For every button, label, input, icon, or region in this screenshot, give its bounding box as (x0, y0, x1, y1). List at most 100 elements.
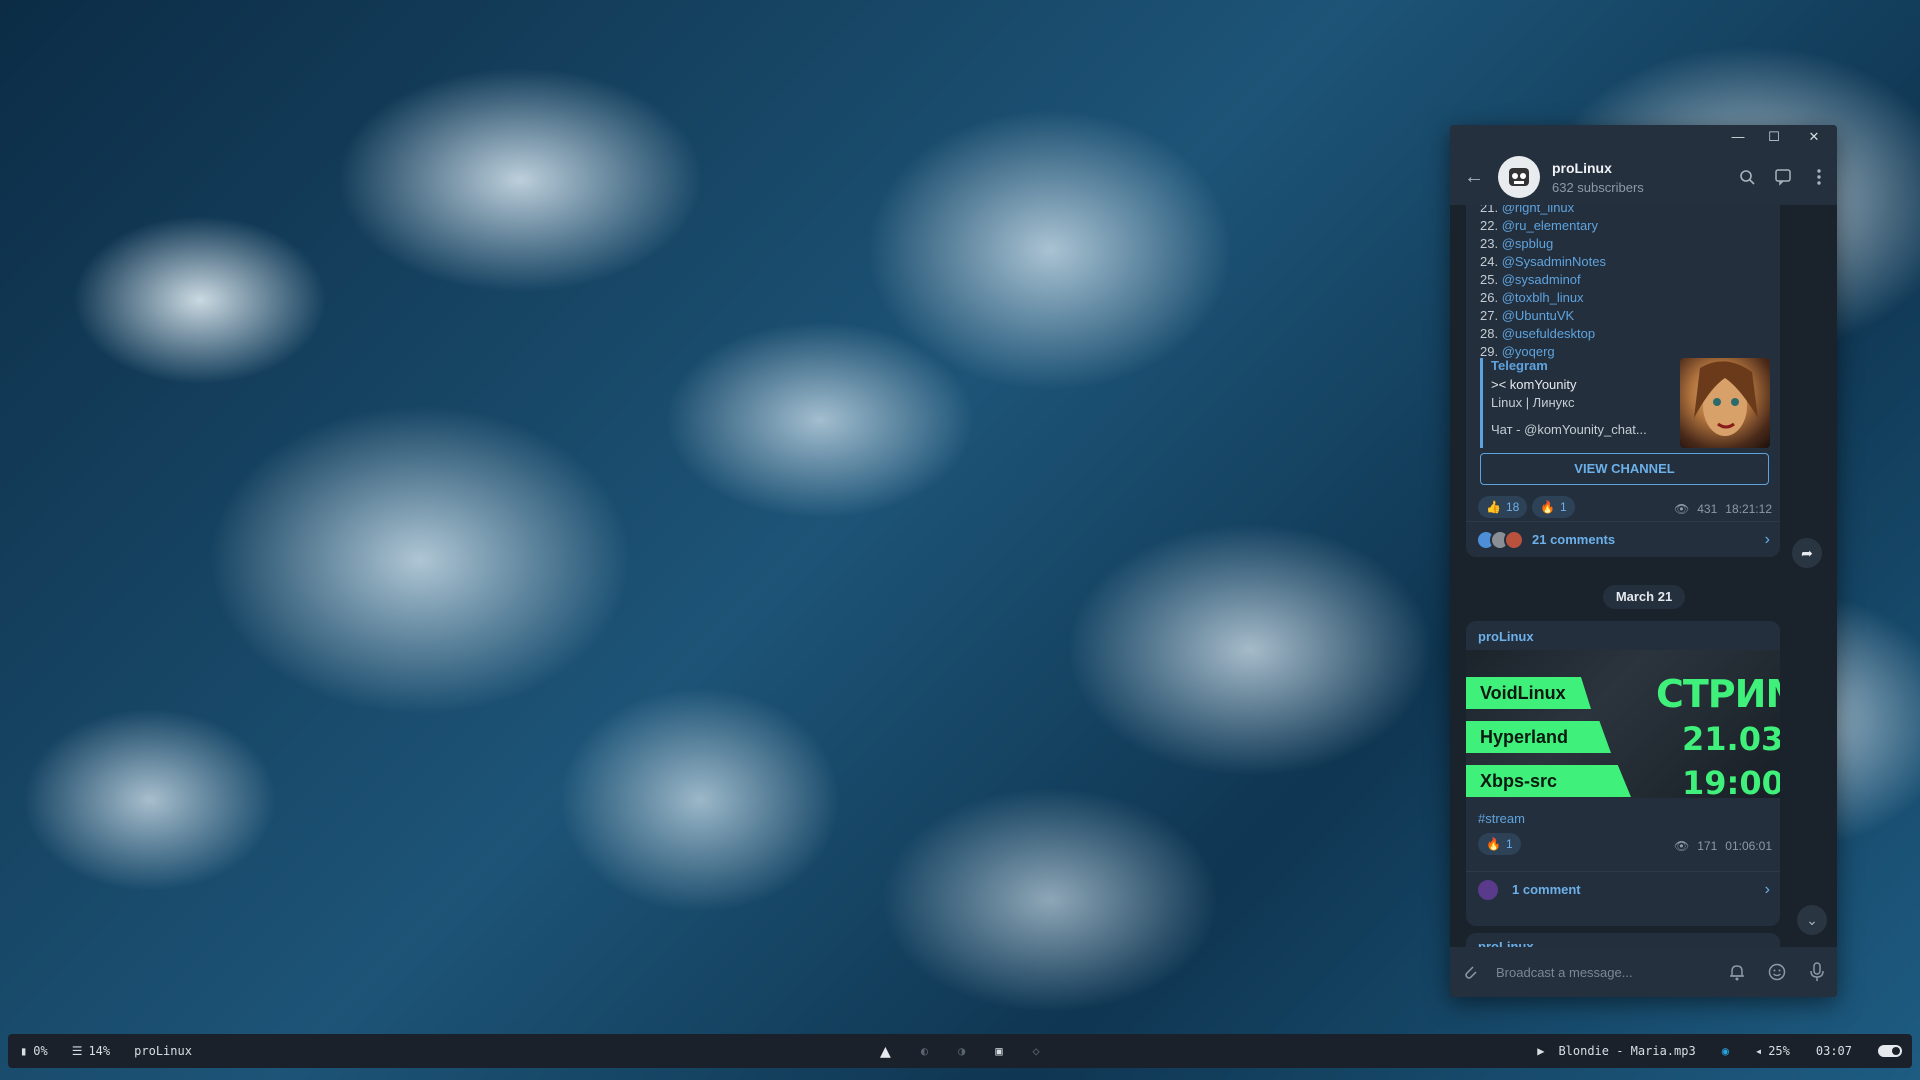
workspace-icon[interactable]: ◑ (958, 1044, 965, 1058)
comments-link[interactable]: 1 comment (1512, 882, 1765, 897)
avatar (1476, 877, 1500, 902)
system-tray: ▶ Blondie - Maria.mp3 ◉ ◂ 25% 03:07 (1537, 1044, 1902, 1058)
close-button[interactable]: ✕ (1796, 127, 1832, 147)
robot-logo-icon (1509, 168, 1529, 186)
chevron-right-icon: › (1764, 880, 1770, 898)
poster-date: 21.03 (1682, 720, 1780, 758)
attach-icon[interactable] (1450, 963, 1490, 981)
view-channel-button[interactable]: VIEW CHANNEL (1480, 453, 1769, 485)
poster-tag: VoidLinux (1466, 677, 1591, 709)
channel-link[interactable]: @right_linux (1502, 205, 1574, 215)
comments-link[interactable]: 21 comments (1532, 532, 1765, 547)
poster-headline: СТРИМ (1656, 672, 1780, 716)
telegram-window: — ☐ ✕ ← proLinux 632 subscribers 21. @ri… (1450, 125, 1837, 997)
stream-poster-image[interactable]: VoidLinux Hyperland Xbps-src СТРИМ 21.03… (1466, 650, 1780, 798)
post-author[interactable]: proLinux (1478, 629, 1534, 644)
message-time: 01:06:01 (1725, 839, 1772, 853)
link-preview[interactable]: Telegram >< komYounity Linux | Линукс Ча… (1480, 358, 1770, 448)
reaction-thumbs-up[interactable]: 👍 18 (1478, 496, 1528, 518)
message-meta: 👁 171 01:06:01 (1674, 839, 1772, 853)
title-bar: — ☐ ✕ (1450, 125, 1837, 149)
microphone-icon[interactable] (1797, 962, 1837, 982)
cpu-indicator[interactable]: ▮ 0% (8, 1044, 60, 1058)
message-bubble: proLinux (1466, 933, 1780, 947)
avatar (1504, 529, 1524, 550)
chat-header: ← proLinux 632 subscribers (1450, 149, 1837, 205)
memory-indicator[interactable]: ☰ 14% (60, 1044, 122, 1058)
list-item: 23. @spblug (1480, 236, 1554, 251)
power-toggle[interactable] (1878, 1045, 1902, 1057)
channel-list: 21. @right_linux 22. @ru_elementary 23. … (1466, 205, 1780, 361)
workspace-icon[interactable]: ◐ (921, 1044, 928, 1058)
channel-link[interactable]: @SysadminNotes (1502, 254, 1606, 269)
date-separator: March 21 (1603, 585, 1685, 609)
list-item: 27. @UbuntuVK (1480, 308, 1575, 323)
arch-logo-icon[interactable]: ▲ (880, 1041, 891, 1062)
message-input[interactable]: Broadcast a message... (1490, 965, 1717, 980)
list-item: 21. @right_linux (1466, 205, 1780, 217)
chevron-right-icon: › (1764, 530, 1770, 548)
share-icon[interactable]: ➦ (1792, 538, 1822, 568)
back-arrow-icon[interactable]: ← (1450, 166, 1498, 189)
view-count: 431 (1697, 502, 1718, 516)
channel-link[interactable]: @usefuldesktop (1502, 326, 1595, 341)
channel-link[interactable]: @yoqerg (1502, 344, 1555, 359)
workspace-icon[interactable]: ◇ (1033, 1044, 1040, 1058)
search-icon[interactable] (1729, 159, 1765, 195)
workspace-switcher: ▲ ◐ ◑ ▣ ◇ (880, 1041, 1040, 1062)
scroll-down-button[interactable]: ⌄ (1797, 905, 1827, 935)
reaction-fire[interactable]: 🔥 1 (1478, 833, 1521, 855)
comments-row[interactable]: 21 comments › (1466, 521, 1780, 557)
eye-icon: 👁 (1674, 502, 1690, 516)
volume-icon: ◂ (1754, 1044, 1763, 1058)
reaction-fire[interactable]: 🔥 1 (1532, 496, 1575, 518)
workspace-icon[interactable]: ▣ (995, 1044, 1002, 1058)
message-bubble: 21. @right_linux 22. @ru_elementary 23. … (1466, 205, 1780, 557)
emoji-icon[interactable] (1757, 963, 1797, 981)
poster-tag: Xbps-src (1466, 765, 1631, 797)
memory-icon: ☰ (71, 1044, 83, 1058)
list-item: 28. @usefuldesktop (1480, 326, 1596, 341)
more-menu-icon[interactable] (1801, 159, 1837, 195)
list-item: 25. @sysadminof (1480, 272, 1581, 287)
active-window-title: proLinux (134, 1044, 192, 1058)
channel-link[interactable]: @UbuntuVK (1502, 308, 1574, 323)
taskbar: ▮ 0% ☰ 14% proLinux ▲ ◐ ◑ ▣ ◇ ▶ Blondie … (8, 1034, 1912, 1068)
list-item: 24. @SysadminNotes (1480, 254, 1606, 269)
channel-link[interactable]: @toxblh_linux (1502, 290, 1584, 305)
play-icon[interactable]: ▶ (1537, 1044, 1544, 1058)
message-list[interactable]: 21. @right_linux 22. @ru_elementary 23. … (1450, 205, 1837, 947)
memory-usage: 14% (88, 1044, 111, 1058)
list-item: 26. @toxblh_linux (1480, 290, 1584, 305)
message-composer: Broadcast a message... (1450, 947, 1837, 997)
clock: 03:07 (1815, 1044, 1852, 1058)
track-title: Blondie - Maria.mp3 (1558, 1044, 1696, 1058)
subscriber-count: 632 subscribers (1552, 179, 1644, 195)
maximize-button[interactable]: ☐ (1756, 127, 1792, 147)
list-item: 22. @ru_elementary (1480, 218, 1598, 233)
channel-avatar[interactable] (1498, 156, 1540, 198)
message-time: 18:21:12 (1725, 502, 1772, 516)
hashtag-link[interactable]: #stream (1478, 811, 1525, 826)
volume-indicator[interactable]: ◂ 25% (1755, 1044, 1790, 1058)
comments-row[interactable]: 1 comment › (1466, 871, 1780, 907)
channel-link[interactable]: @spblug (1502, 236, 1554, 251)
cpu-usage: 0% (33, 1044, 48, 1058)
telegram-tray-icon[interactable]: ◉ (1722, 1044, 1729, 1058)
channel-link[interactable]: @sysadminof (1502, 272, 1581, 287)
message-meta: 👁 431 18:21:12 (1674, 502, 1772, 516)
poster-tag: Hyperland (1466, 721, 1611, 753)
minimize-button[interactable]: — (1720, 127, 1756, 147)
view-count: 171 (1697, 839, 1718, 853)
music-player[interactable]: ▶ Blondie - Maria.mp3 (1537, 1044, 1696, 1058)
bell-icon[interactable] (1717, 963, 1757, 981)
channel-title[interactable]: proLinux (1552, 160, 1729, 176)
channel-link[interactable]: @ru_elementary (1502, 218, 1598, 233)
poster-time: 19:00 (1682, 764, 1780, 798)
cpu-icon: ▮ (20, 1044, 28, 1058)
post-author[interactable]: proLinux (1478, 939, 1534, 947)
eye-icon: 👁 (1674, 839, 1690, 853)
preview-thumbnail (1680, 358, 1770, 448)
discussion-icon[interactable] (1765, 159, 1801, 195)
message-bubble: proLinux VoidLinux Hyperland Xbps-src СТ… (1466, 621, 1780, 926)
